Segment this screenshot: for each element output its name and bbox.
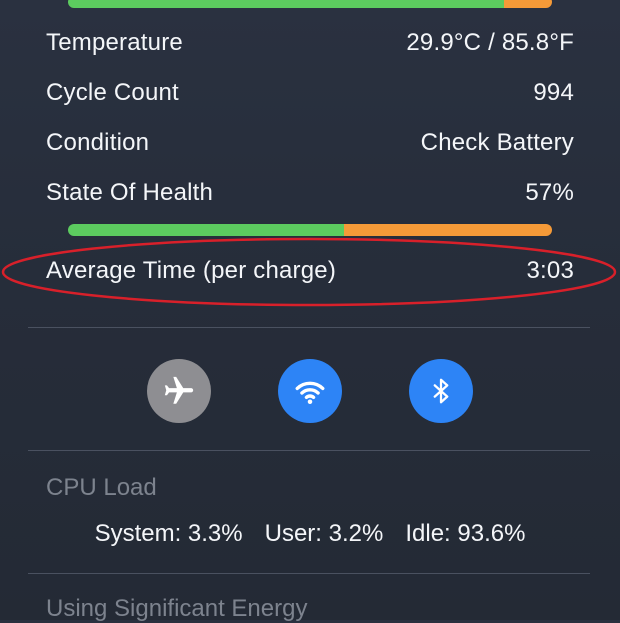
cpu-system-value: System: 3.3%: [94, 520, 243, 547]
wifi-toggle[interactable]: [278, 359, 342, 423]
divider: [28, 327, 590, 328]
charge-level-bar: [68, 0, 552, 8]
state-of-health-bar: [68, 224, 552, 236]
bluetooth-toggle[interactable]: [409, 359, 473, 423]
divider: [28, 573, 590, 574]
state-of-health-fill: [68, 224, 344, 236]
airplane-icon: [164, 376, 194, 404]
divider: [28, 450, 590, 451]
state-of-health-remainder: [343, 224, 552, 236]
cpu-load-title: CPU Load: [46, 474, 157, 501]
bluetooth-icon: [433, 378, 449, 404]
condition-label: Condition: [46, 129, 150, 156]
average-time-label: Average Time (per charge): [46, 257, 337, 284]
cycle-count-value: 994: [533, 79, 574, 106]
cpu-idle-value: Idle: 93.6%: [405, 520, 526, 547]
temperature-row: Temperature 29.9°C / 85.8°F: [46, 25, 574, 61]
cpu-user-value: User: 3.2%: [264, 520, 384, 547]
charge-level-remainder: [503, 0, 552, 8]
airplane-mode-toggle[interactable]: [147, 359, 211, 423]
cycle-count-row: Cycle Count 994: [46, 75, 574, 111]
wifi-icon: [295, 381, 325, 405]
state-of-health-label: State Of Health: [46, 179, 214, 206]
charge-level-fill: [68, 0, 504, 8]
state-of-health-value: 57%: [525, 179, 574, 206]
state-of-health-row: State Of Health 57%: [46, 175, 574, 211]
cycle-count-label: Cycle Count: [46, 79, 179, 106]
significant-energy-title: Using Significant Energy: [46, 595, 308, 622]
temperature-value: 29.9°C / 85.8°F: [406, 29, 574, 56]
temperature-label: Temperature: [46, 29, 183, 56]
condition-value: Check Battery: [420, 129, 574, 156]
average-time-row: Average Time (per charge) 3:03: [46, 253, 574, 289]
condition-row: Condition Check Battery: [46, 125, 574, 161]
average-time-value: 3:03: [526, 257, 574, 284]
cpu-load-stats: System: 3.3% User: 3.2% Idle: 93.6%: [46, 520, 574, 558]
